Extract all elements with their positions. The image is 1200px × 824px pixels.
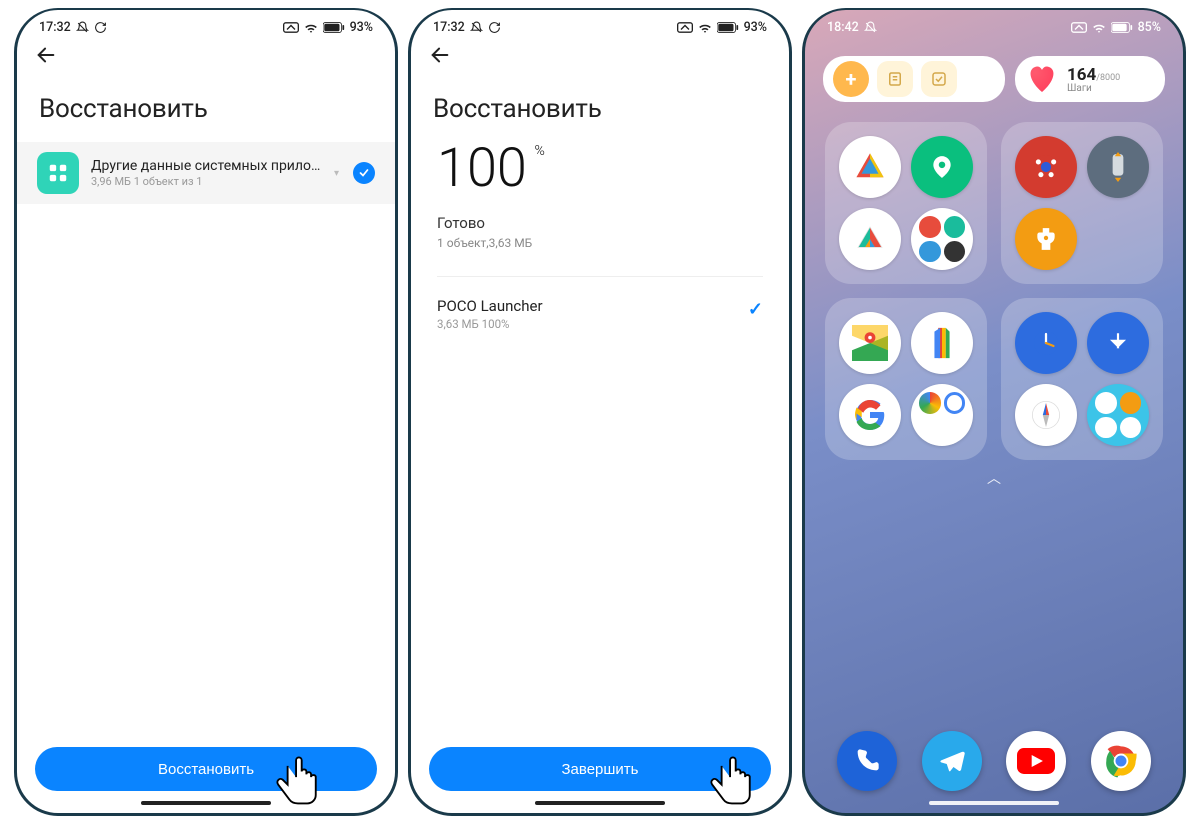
folder-2[interactable]	[1001, 122, 1163, 284]
apps-icon	[37, 152, 79, 194]
voicemail-icon	[1071, 22, 1087, 33]
app-maps-icon[interactable]	[839, 312, 901, 374]
check-icon: ✓	[748, 299, 763, 320]
folder-4[interactable]	[1001, 298, 1163, 460]
app-google-icon[interactable]	[839, 384, 901, 446]
dock	[805, 731, 1183, 791]
sync-icon	[94, 21, 107, 34]
folder-mini-icon[interactable]	[1087, 384, 1149, 446]
app-one-icon[interactable]	[911, 312, 973, 374]
backup-item-row[interactable]: Другие данные системных прило… 3,96 МБ 1…	[17, 142, 395, 204]
done-subtitle: 1 объект,3,63 МБ	[437, 236, 763, 250]
folder-1[interactable]	[825, 122, 987, 284]
restore-button[interactable]: Восстановить	[35, 747, 377, 791]
app-icon[interactable]	[839, 208, 901, 270]
page-title: Восстановить	[17, 70, 395, 142]
item-subtitle: 3,96 МБ 1 объект из 1	[91, 175, 322, 188]
chevron-down-icon: ▾	[334, 168, 339, 179]
clock: 17:32	[39, 20, 71, 35]
app-icon[interactable]	[1087, 136, 1149, 198]
wifi-icon	[698, 22, 712, 33]
app-icon[interactable]	[1015, 136, 1077, 198]
heart-icon	[1025, 62, 1059, 96]
battery-icon	[323, 22, 345, 33]
page-title: Восстановить	[411, 70, 789, 142]
mute-icon	[864, 21, 877, 34]
battery-pct: 93%	[350, 20, 373, 35]
clock: 18:42	[827, 20, 859, 35]
mute-icon	[470, 21, 483, 34]
app-icon[interactable]	[911, 136, 973, 198]
app-clock-icon[interactable]	[1015, 312, 1077, 374]
folder-mini-icon[interactable]	[911, 208, 973, 270]
wifi-icon	[1092, 22, 1106, 33]
battery-pct: 85%	[1138, 20, 1161, 35]
progress-percent: 100%	[437, 142, 527, 196]
dock-phone-icon[interactable]	[837, 731, 897, 791]
dock-telegram-icon[interactable]	[922, 731, 982, 791]
phone-home-screen: 18:42 85% + 164/8000 Шаги	[802, 8, 1186, 816]
dock-chrome-icon[interactable]	[1091, 731, 1151, 791]
folder-3[interactable]	[825, 298, 987, 460]
nav-handle[interactable]	[929, 801, 1059, 805]
phone-screen-restore-done: 17:32 93% Восстановить 100% Готово 1 объ…	[408, 8, 792, 816]
clock: 17:32	[433, 20, 465, 35]
battery-icon	[1111, 22, 1133, 33]
battery-icon	[717, 22, 739, 33]
wifi-icon	[304, 22, 318, 33]
nav-handle[interactable]	[535, 801, 665, 805]
nav-handle[interactable]	[141, 801, 271, 805]
selected-check-icon[interactable]	[353, 162, 375, 184]
voicemail-icon	[283, 22, 299, 33]
app-compass-icon[interactable]	[1015, 384, 1077, 446]
result-subtitle: 3,63 МБ 100%	[437, 317, 543, 331]
back-button[interactable]	[411, 38, 789, 70]
folder-mini-icon[interactable]	[911, 384, 973, 446]
drawer-hint-icon[interactable]: ︿	[805, 468, 1183, 488]
item-title: Другие данные системных прило…	[91, 158, 322, 174]
status-bar: 18:42 85%	[805, 10, 1183, 38]
status-bar: 17:32 93%	[17, 10, 395, 38]
status-bar: 17:32 93%	[411, 10, 789, 38]
mute-icon	[76, 21, 89, 34]
steps-widget[interactable]: 164/8000 Шаги	[1015, 56, 1165, 102]
battery-pct: 93%	[744, 20, 767, 35]
divider	[437, 276, 763, 277]
finish-button[interactable]: Завершить	[429, 747, 771, 791]
app-icon[interactable]	[1015, 208, 1077, 270]
steps-count: 164	[1067, 65, 1096, 85]
app-download-icon[interactable]	[1087, 312, 1149, 374]
app-icon[interactable]	[839, 136, 901, 198]
dock-youtube-icon[interactable]	[1006, 731, 1066, 791]
phone-screen-restore-select: 17:32 93% Восстановить Другие данные сис…	[14, 8, 398, 816]
add-note-icon[interactable]: +	[833, 61, 869, 97]
back-button[interactable]	[17, 38, 395, 70]
note-list-icon[interactable]	[877, 61, 913, 97]
note-check-icon[interactable]	[921, 61, 957, 97]
voicemail-icon	[677, 22, 693, 33]
done-label: Готово	[437, 214, 763, 232]
result-row: POCO Launcher 3,63 МБ 100% ✓	[437, 297, 763, 331]
sync-icon	[488, 21, 501, 34]
result-title: POCO Launcher	[437, 297, 543, 315]
notes-widget[interactable]: +	[823, 56, 1005, 102]
